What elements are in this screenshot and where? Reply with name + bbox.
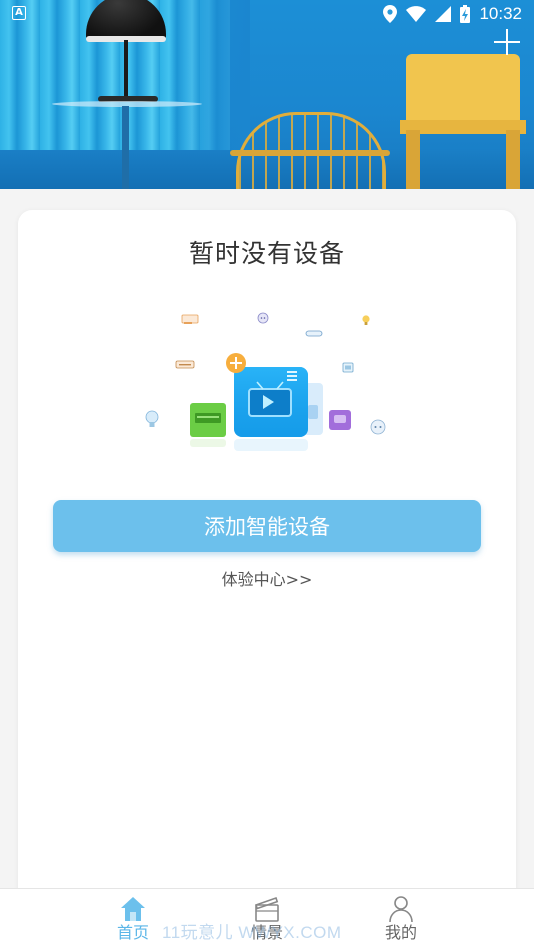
plus-icon <box>494 29 520 55</box>
signal-icon <box>435 6 452 22</box>
watermark: 11玩意儿 WWYX.COM <box>162 923 342 942</box>
wifi-icon <box>406 6 427 22</box>
empty-state-title: 暂时没有设备 <box>188 239 345 268</box>
add-badge-icon <box>226 353 246 373</box>
socket-icon <box>257 312 269 324</box>
nav-label-profile: 我的 <box>384 923 417 942</box>
battery-charging-icon <box>460 5 471 23</box>
router-icon <box>181 314 199 324</box>
bulb-small-icon <box>362 315 370 325</box>
air-conditioner-icon <box>190 403 226 437</box>
bulb-icon <box>145 410 159 427</box>
add-button[interactable] <box>492 27 522 57</box>
stool-illustration <box>406 54 520 124</box>
location-icon <box>383 5 398 23</box>
nav-item-profile[interactable]: 我的 <box>356 889 446 950</box>
devices-illustration <box>145 312 386 451</box>
header-banner <box>0 0 534 189</box>
speaker-icon <box>329 410 351 430</box>
clock: 10:32 <box>479 4 522 23</box>
light-strip-icon <box>305 330 323 337</box>
experience-center-link[interactable]: 体验中心>> <box>18 566 516 590</box>
air-conditioner-small-icon <box>175 360 195 369</box>
app-indicator-icon: A <box>12 6 26 20</box>
status-bar: A 10:32 <box>0 0 534 28</box>
empty-device-card: 暂时没有设备 添加智能设备 体验中心>> <box>18 210 516 910</box>
tv-icon <box>234 367 308 437</box>
camera-small-icon <box>342 362 354 373</box>
outlet-icon <box>370 419 386 435</box>
add-smart-device-button[interactable]: 添加智能设备 <box>53 500 481 552</box>
